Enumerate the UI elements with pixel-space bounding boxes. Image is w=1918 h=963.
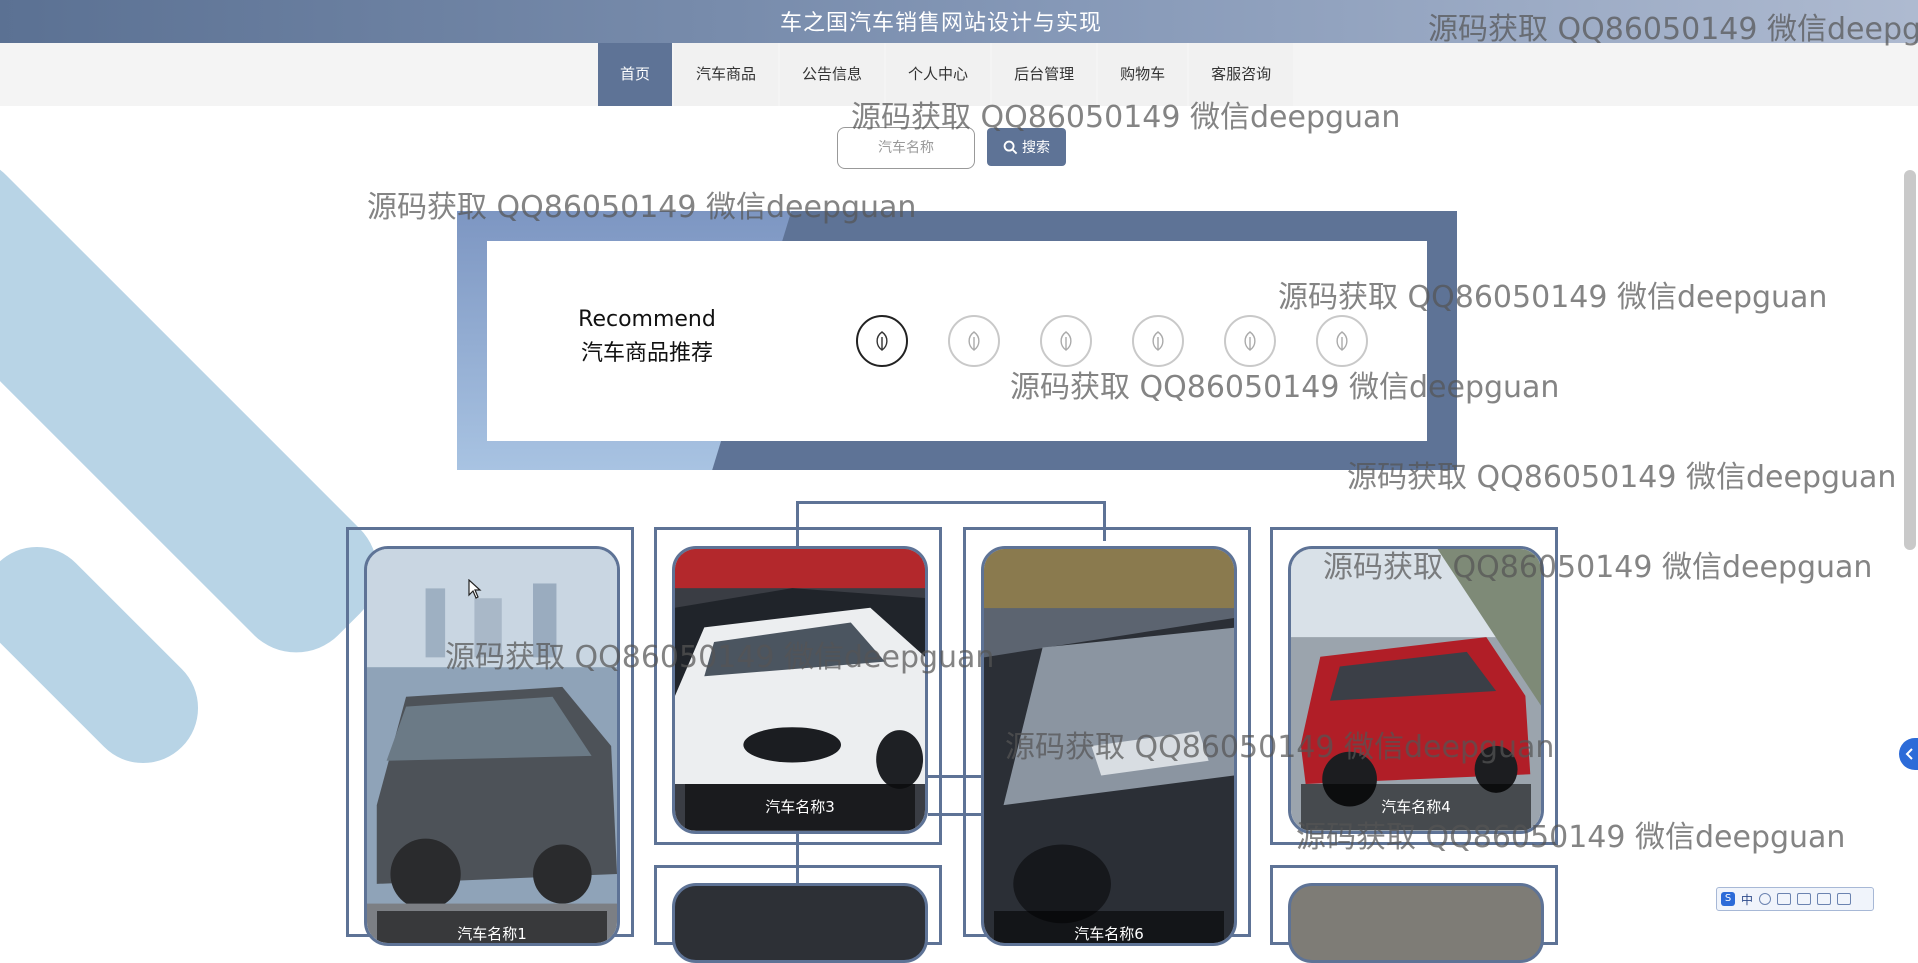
ime-toolbar[interactable]: S 中: [1716, 887, 1874, 911]
leaf-icon: [876, 331, 888, 351]
leaf-icon: [968, 331, 980, 351]
mouse-cursor-icon: [468, 579, 482, 599]
nav-item-cars[interactable]: 汽车商品: [674, 43, 779, 106]
connector-line: [796, 501, 1106, 504]
nav-item-home[interactable]: 首页: [598, 43, 673, 106]
search-icon: [1003, 140, 1018, 154]
chevron-left-icon: [1905, 748, 1913, 760]
recommend-title-en: Recommend: [578, 307, 716, 332]
leaf-icon: [1336, 331, 1348, 351]
recommend-panel: Recommend 汽车商品推荐: [487, 241, 1427, 441]
keyboard-icon[interactable]: [1797, 893, 1812, 905]
recommend-banner: Recommend 汽车商品推荐: [457, 211, 1457, 470]
product-card[interactable]: [1288, 883, 1544, 963]
product-caption: 汽车名称1: [377, 911, 607, 943]
product-card[interactable]: 汽车名称4: [1288, 546, 1544, 834]
product-card[interactable]: 汽车名称1: [364, 546, 620, 946]
watermark: 源码获取 QQ86050149 微信deepgu: [1428, 12, 1918, 47]
toolbox-icon[interactable]: [1817, 893, 1832, 905]
carousel-dot-6[interactable]: [1316, 315, 1368, 367]
watermark: 源码获取 QQ86050149 微信deepguan: [367, 190, 917, 225]
watermark: 源码获取 QQ86050149 微信deepguan: [1296, 820, 1846, 855]
product-card[interactable]: 汽车名称3: [672, 546, 928, 834]
carousel-dot-3[interactable]: [1040, 315, 1092, 367]
scrollbar-thumb[interactable]: [1904, 170, 1916, 550]
carousel-dot-4[interactable]: [1132, 315, 1184, 367]
product-card[interactable]: [672, 883, 928, 963]
moon-icon[interactable]: [1759, 893, 1772, 905]
punctuation-icon[interactable]: [1777, 893, 1792, 905]
watermark: 源码获取 QQ86050149 微信deepguan: [1005, 730, 1555, 765]
car-photo: [367, 549, 617, 943]
leaf-icon: [1152, 331, 1164, 351]
product-caption: 汽车名称6: [994, 911, 1224, 943]
recommend-title-cn: 汽车商品推荐: [580, 341, 713, 366]
watermark: 源码获取 QQ86050149 微信deepguan: [1323, 550, 1873, 585]
ime-logo-icon: S: [1721, 892, 1735, 906]
watermark: 源码获取 QQ86050149 微信deepguan: [851, 100, 1401, 135]
carousel-dot-2[interactable]: [948, 315, 1000, 367]
leaf-icon: [1060, 331, 1072, 351]
carousel-dot-5[interactable]: [1224, 315, 1276, 367]
side-collapse-tab[interactable]: [1899, 738, 1918, 770]
recommend-title: Recommend 汽车商品推荐: [557, 303, 737, 371]
ime-mode-label[interactable]: 中: [1741, 891, 1753, 908]
watermark: 源码获取 QQ86050149 微信deepguan: [1347, 460, 1897, 495]
watermark: 源码获取 QQ86050149 微信deepguan: [1010, 370, 1560, 405]
watermark: 源码获取 QQ86050149 微信deepguan: [445, 640, 995, 675]
product-caption: 汽车名称3: [685, 784, 915, 830]
leaf-icon: [1244, 331, 1256, 351]
carousel-dot-1[interactable]: [856, 315, 908, 367]
watermark: 源码获取 QQ86050149 微信deepguan: [1278, 280, 1828, 315]
wrench-icon[interactable]: [1837, 893, 1852, 905]
search-button-label: 搜索: [1022, 140, 1050, 156]
